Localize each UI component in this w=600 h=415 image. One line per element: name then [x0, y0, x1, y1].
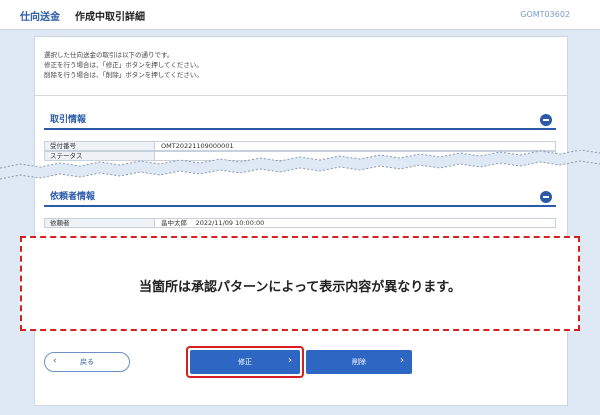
- chevron-right-icon: ›: [400, 355, 404, 366]
- omission-tear: [0, 150, 600, 180]
- collapse-icon[interactable]: [540, 191, 552, 203]
- intro-text: 選択した仕向送金の取引は以下の通りです。 修正を行う場合は、「修正」ボタンを押し…: [44, 50, 203, 80]
- section-title-torihiki: 取引情報: [50, 115, 87, 125]
- collapse-icon[interactable]: [540, 114, 552, 126]
- notice-text: 当箇所は承認パターンによって表示内容が異なります。: [138, 280, 461, 295]
- chevron-right-icon: ›: [288, 355, 292, 366]
- divider: [34, 95, 568, 96]
- row-value: 畠中太郎 2022/11/09 10:00:00: [161, 219, 265, 227]
- intro-line: 修正を行う場合は、「修正」ボタンを押してください。: [44, 61, 203, 69]
- intro-line: 選択した仕向送金の取引は以下の通りです。: [44, 51, 174, 59]
- intro-line: 削除を行う場合は、「削除」ボタンを押してください。: [44, 71, 203, 79]
- delete-button-label: 削除: [352, 358, 366, 366]
- row-label: 依頼者: [45, 219, 155, 227]
- back-button-label: 戻る: [80, 358, 94, 366]
- delete-button[interactable]: 削除 ›: [306, 350, 412, 374]
- screen-code: GOMT03602: [520, 10, 570, 19]
- section-underline: [44, 205, 556, 207]
- section-title-irai: 依頼者情報: [50, 192, 96, 202]
- fix-button-label: 修正: [238, 358, 252, 366]
- row-value: OMT20221109000001: [161, 142, 234, 150]
- page-title: 作成中取引詳細: [75, 12, 145, 23]
- fix-button[interactable]: 修正 ›: [190, 350, 300, 374]
- header-section: 仕向送金: [20, 12, 60, 23]
- section-underline: [44, 128, 556, 130]
- back-button[interactable]: ‹ 戻る: [44, 352, 130, 372]
- notice-box: 当箇所は承認パターンによって表示内容が異なります。: [20, 236, 580, 331]
- header-bar: 仕向送金 作成中取引詳細 GOMT03602: [0, 0, 600, 30]
- table-row: 依頼者 畠中太郎 2022/11/09 10:00:00: [44, 218, 556, 228]
- row-label: 受付番号: [45, 142, 155, 150]
